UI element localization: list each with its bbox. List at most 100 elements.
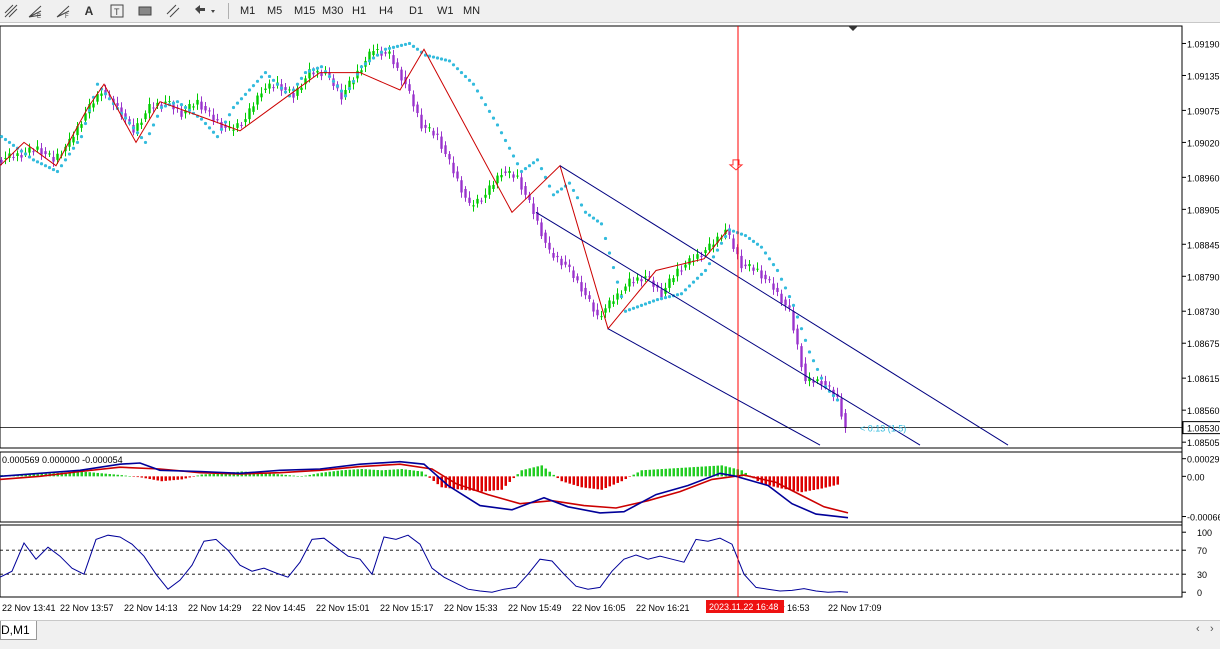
macd-histogram-bar [824, 476, 827, 488]
timeframe-m1-button[interactable]: M1 [235, 2, 260, 21]
candle-body [600, 316, 603, 318]
macd-histogram-bar [300, 476, 303, 477]
macd-histogram-bar [360, 469, 363, 477]
candle-body [416, 104, 419, 114]
time-axis-label: 22 Nov 15:01 [316, 603, 370, 613]
candle-body [608, 300, 611, 309]
candle-body [612, 301, 615, 304]
candle-body [532, 203, 535, 215]
sar-dot [199, 117, 204, 121]
macd-histogram-bar [92, 472, 95, 477]
macd-histogram-bar [540, 465, 543, 477]
sar-dot [415, 47, 420, 51]
macd-histogram-bar [268, 473, 271, 477]
sar-dot [307, 69, 312, 73]
timeframe-w1-button[interactable]: W1 [432, 2, 459, 21]
chart-tab[interactable]: D,M1 [0, 621, 37, 640]
text-icon[interactable]: A [80, 2, 98, 19]
stoch-tick-label: 100 [1197, 528, 1212, 538]
timeframe-h1-button[interactable]: H1 [347, 2, 371, 21]
macd-histogram-bar [792, 476, 795, 491]
macd-histogram-bar [556, 476, 559, 479]
timeframe-mn-button[interactable]: MN [458, 2, 485, 21]
channel-tool-icon[interactable] [164, 2, 182, 19]
macd-histogram-bar [596, 476, 599, 490]
macd-histogram-bar [112, 474, 115, 477]
sar-dot [443, 58, 448, 62]
text-label-icon[interactable]: T [108, 2, 126, 19]
candle-body [72, 136, 75, 143]
candle-body [488, 185, 491, 195]
macd-histogram-bar [704, 466, 707, 477]
candle-body [136, 123, 139, 131]
macd-histogram-bar [340, 470, 343, 477]
fibonacci-tool-icon[interactable] [2, 2, 20, 19]
macd-histogram-bar [680, 467, 683, 477]
tab-scroll-left-icon[interactable]: ‹ [1196, 623, 1200, 635]
candle-body [100, 93, 103, 96]
macd-histogram-bar [796, 476, 799, 492]
sar-dot [207, 126, 212, 130]
macd-histogram-bar [344, 470, 347, 477]
candle-body [412, 94, 415, 107]
macd-histogram-bar [308, 474, 311, 477]
fibonacci-fan-f-icon[interactable]: F [54, 2, 72, 19]
current-price-label: 1.08530 [1187, 424, 1220, 434]
price-tick-label: 1.09190 [1187, 39, 1220, 49]
time-axis-label: 22 Nov 15:49 [508, 603, 562, 613]
sar-dot [175, 100, 180, 104]
candle-body [428, 127, 431, 129]
sar-dot [631, 306, 636, 310]
candle-body [540, 222, 543, 237]
candle-body [840, 398, 843, 417]
sar-dot [11, 143, 16, 147]
sar-dot [27, 155, 32, 159]
macd-histogram-bar [144, 476, 147, 479]
candle-body [192, 106, 195, 108]
macd-histogram-bar [356, 469, 359, 477]
timeframe-d1-button[interactable]: D1 [404, 2, 428, 21]
timeframe-m5-button[interactable]: M5 [262, 2, 287, 21]
macd-histogram-bar [676, 468, 679, 477]
sar-dot [411, 44, 416, 48]
sar-dot [339, 89, 344, 93]
timeframe-h4-button[interactable]: H4 [374, 2, 398, 21]
macd-histogram-bar [836, 476, 839, 485]
macd-histogram-bar [200, 474, 203, 477]
candle-body [432, 130, 435, 136]
candle-body [628, 278, 631, 287]
candle-body [12, 156, 15, 158]
sar-dot [463, 74, 468, 79]
rectangle-icon[interactable] [136, 2, 154, 19]
candle-body [448, 154, 451, 160]
candle-body [516, 175, 519, 177]
macd-histogram-bar [276, 474, 279, 477]
sar-dot [327, 74, 332, 79]
macd-histogram-bar [660, 469, 663, 477]
sar-dot [695, 276, 700, 280]
macd-histogram-bar [104, 473, 107, 477]
time-axis-label: 22 Nov 13:57 [60, 603, 114, 613]
price-tick-label: 1.09075 [1187, 106, 1220, 116]
macd-histogram-bar [372, 469, 375, 477]
arrows-dropdown-icon[interactable] [192, 2, 218, 19]
macd-histogram-bar [428, 476, 431, 478]
candle-body [180, 110, 183, 117]
macd-histogram-bar [664, 468, 667, 477]
tab-scroll-right-icon[interactable]: › [1210, 623, 1214, 635]
sar-dot [23, 152, 28, 156]
timeframe-m30-button[interactable]: M30 [317, 2, 348, 21]
sar-dot [803, 338, 808, 342]
candle-body [444, 145, 447, 155]
price-tick-label: 1.08905 [1187, 205, 1220, 215]
macd-histogram-bar [544, 468, 547, 477]
timeframe-m15-button[interactable]: M15 [289, 2, 320, 21]
fibonacci-fan-icon[interactable]: E [26, 2, 44, 19]
sar-dot [431, 55, 436, 59]
candle-body [560, 258, 563, 266]
macd-histogram-bar [504, 476, 507, 486]
candle-body [168, 101, 171, 103]
sar-dot [683, 288, 688, 292]
candle-body [640, 279, 643, 282]
chart-area[interactable]: 1.09190 1.09135 1.09075 1.09020 1.08960 1.089… [0, 22, 1220, 620]
